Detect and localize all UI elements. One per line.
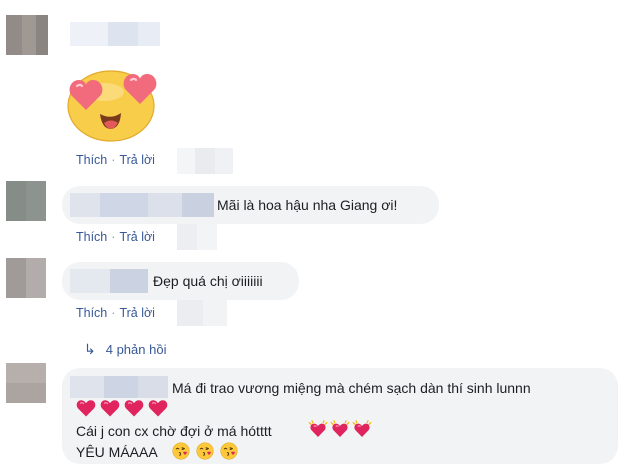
avatar[interactable] xyxy=(6,181,46,221)
comment-actions: Thích · Trả lời xyxy=(76,230,155,244)
comment-text: Mãi là hoa hậu nha Giang ơi! xyxy=(217,197,398,213)
hearts-row xyxy=(76,399,170,419)
red-heart-icon xyxy=(148,399,168,417)
timestamp-blurred[interactable] xyxy=(177,300,227,326)
avatar[interactable] xyxy=(6,363,46,403)
reply-button[interactable]: Trả lời xyxy=(119,306,155,320)
separator-dot: · xyxy=(111,153,116,167)
like-button[interactable]: Thích xyxy=(76,230,107,244)
sparkling-heart-icon xyxy=(352,420,372,438)
comment-text: Đẹp quá chị ơiiiiiii xyxy=(153,273,263,289)
heart-eyes-face-sticker xyxy=(64,68,164,142)
kiss-face-icon xyxy=(196,442,214,460)
reply-arrow-icon: ↳ xyxy=(84,341,96,357)
separator-dot: · xyxy=(111,230,116,244)
like-button[interactable]: Thích xyxy=(76,306,107,320)
reply-button[interactable]: Trả lời xyxy=(119,230,155,244)
sparkling-hearts-row xyxy=(308,420,374,440)
comment-text-line: Cái j con cx chờ đợi ở má hótttt xyxy=(76,423,272,439)
kiss-face-icon xyxy=(172,442,190,460)
commenter-name-blurred[interactable] xyxy=(70,376,168,398)
reply-button[interactable]: Trả lời xyxy=(119,153,155,167)
red-heart-icon xyxy=(124,399,144,417)
timestamp-blurred[interactable] xyxy=(177,148,233,174)
avatar[interactable] xyxy=(6,15,48,55)
commenter-name-blurred[interactable] xyxy=(70,269,148,293)
commenter-name-blurred[interactable] xyxy=(70,22,160,46)
avatar[interactable] xyxy=(6,258,46,298)
comment-actions: Thích · Trả lời xyxy=(76,153,155,167)
kiss-face-icon xyxy=(220,442,238,460)
separator-dot: · xyxy=(111,306,116,320)
red-heart-icon xyxy=(100,399,120,417)
comment-text-line: Má đi trao vương miệng mà chém sạch dàn … xyxy=(172,380,531,396)
red-heart-icon xyxy=(76,399,96,417)
like-button[interactable]: Thích xyxy=(76,153,107,167)
view-replies-link[interactable]: ↳ 4 phản hồi xyxy=(84,341,166,358)
commenter-name-blurred[interactable] xyxy=(70,193,214,217)
kiss-faces-row xyxy=(172,442,242,462)
sparkling-heart-icon xyxy=(330,420,350,438)
comment-text-line: YÊU MÁAAA xyxy=(76,444,158,460)
timestamp-blurred[interactable] xyxy=(177,224,217,250)
sparkling-heart-icon xyxy=(308,420,328,438)
comment-actions: Thích · Trả lời xyxy=(76,306,155,320)
replies-count: 4 phản hồi xyxy=(105,342,167,357)
